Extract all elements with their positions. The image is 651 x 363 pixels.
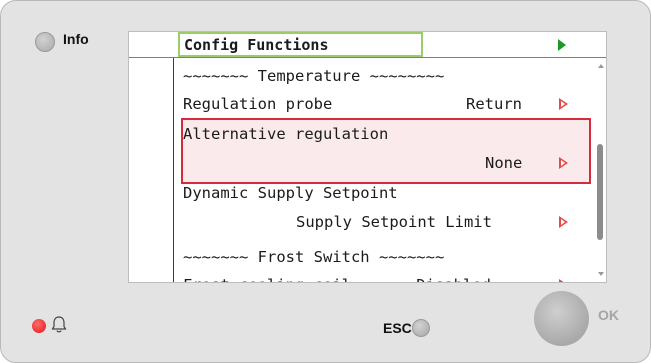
gutter-line xyxy=(173,58,174,282)
dynamic-supply-setpoint-value[interactable]: Supply Setpoint Limit xyxy=(296,212,492,232)
esc-label: ESC xyxy=(383,320,412,336)
partial-row-arrow-icon xyxy=(559,279,568,282)
alternative-regulation-label[interactable]: Alternative regulation xyxy=(183,124,388,144)
regulation-probe-arrow-icon[interactable] xyxy=(559,98,568,110)
scroll-down-icon[interactable] xyxy=(598,272,604,276)
alarm-led xyxy=(32,319,46,333)
dynamic-supply-setpoint-arrow-icon[interactable] xyxy=(559,216,568,228)
ok-button[interactable] xyxy=(534,291,589,346)
regulation-probe-value[interactable]: Return xyxy=(466,94,522,114)
ok-label: OK xyxy=(598,307,619,323)
scrollbar[interactable] xyxy=(595,58,606,282)
alternative-regulation-arrow-icon[interactable] xyxy=(559,157,568,169)
info-label: Info xyxy=(63,31,89,47)
bell-icon[interactable] xyxy=(50,315,68,335)
info-button[interactable] xyxy=(35,32,55,52)
alternative-regulation-value[interactable]: None xyxy=(485,153,522,173)
section-temperature: ~~~~~~~ Temperature ~~~~~~~~ xyxy=(183,67,445,85)
partial-row: Frost cooling coil Disabled xyxy=(183,275,491,282)
scrollbar-thumb[interactable] xyxy=(597,144,603,240)
display-screen: Config Functions ~~~~~~~ Temperature ~~~… xyxy=(128,31,607,283)
scroll-up-icon[interactable] xyxy=(598,64,604,68)
dynamic-supply-setpoint-label[interactable]: Dynamic Supply Setpoint xyxy=(183,183,398,203)
title-arrow-icon[interactable] xyxy=(558,39,566,51)
screen-title: Config Functions xyxy=(184,36,329,54)
section-frost-switch: ~~~~~~~ Frost Switch ~~~~~~~ xyxy=(183,248,445,266)
controller-panel: Info Config Functions ~~~~~~~ Temperatur… xyxy=(0,0,651,363)
regulation-probe-label[interactable]: Regulation probe xyxy=(183,94,332,114)
esc-button[interactable] xyxy=(412,319,430,337)
